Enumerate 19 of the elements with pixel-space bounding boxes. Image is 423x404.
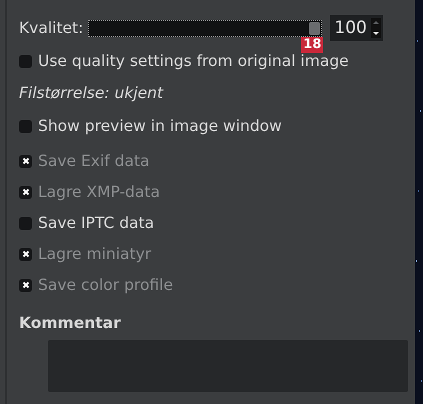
quality-label: Kvalitet: [19,19,84,37]
checkbox-label: Save Exif data [38,152,150,170]
checkbox[interactable] [19,120,32,132]
number-badge: 18 [301,36,324,52]
checkbox-label: Lagre miniatyr [38,245,152,263]
checkbox-label: Lagre XMP-data [38,183,160,201]
checkbox-label: Use quality settings from original image [38,52,349,70]
x-mark-icon [20,156,30,166]
x-mark-icon [20,249,30,259]
checkbox[interactable] [19,216,32,230]
file-size-text: Filstørrelse: ukjent [19,83,164,104]
quality-spinbox[interactable]: 100 [330,15,383,41]
checkbox-label: Save IPTC data [38,214,154,232]
checkbox-label: Show preview in image window [38,117,282,135]
x-mark-icon [20,187,30,197]
checkbox[interactable] [19,54,32,68]
comment-heading: Kommentar [19,314,122,334]
checkbox-label: Save color profile [38,276,174,294]
x-mark-icon [20,280,30,290]
